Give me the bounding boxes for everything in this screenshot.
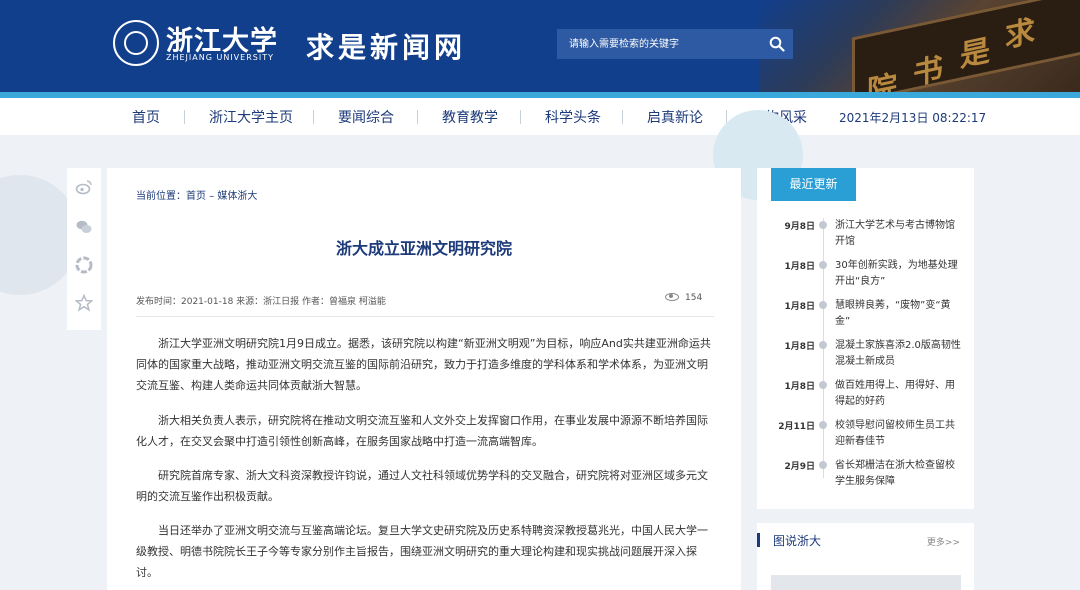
share-toolbar [67,168,101,330]
news-headline[interactable]: 校领导慰问留校师生员工共迎新春佳节 [835,418,963,450]
breadcrumb: 当前位置：首页 – 媒体浙大 [136,187,257,202]
site-header: 求 是 书 院 浙江大学 ZHEJIANG UNIVERSITY 求是新闻网 [0,0,1080,92]
moments-icon[interactable] [75,256,93,274]
news-date: 1月8日 [784,342,815,352]
news-date: 1月8日 [784,382,815,392]
nav-item-education[interactable]: 教育教学 [442,107,498,127]
article-panel: 当前位置：首页 – 媒体浙大 浙大成立亚洲文明研究院 发布时间：2021-01-… [107,168,741,590]
news-headline[interactable]: 做百姓用得上、用得好、用得起的好药 [835,378,963,410]
nav-divider [520,110,521,124]
picture-news-title: 图说浙大 [773,534,822,548]
news-headline[interactable]: 混凝土家族喜添2.0版高韧性混凝土新成员 [835,338,963,370]
breadcrumb-separator: – [206,191,218,202]
news-date: 1月8日 [784,302,815,312]
news-headline[interactable]: 省长郑栅洁在浙大检查留校学生服务保障 [835,458,963,490]
plaque-char: 是 [960,33,990,75]
weibo-icon[interactable] [75,178,93,196]
nav-divider [622,110,623,124]
section-marker [757,533,760,547]
search-box [557,29,793,59]
article-title: 浙大成立亚洲文明研究院 [335,239,512,258]
timeline-dot [819,421,827,429]
favorite-icon[interactable] [75,294,93,312]
view-count: 154 [665,293,702,303]
main-nav: 首页 浙江大学主页 要闻综合 教育教学 科学头条 启真新论 人物风采 2021年… [0,98,1080,135]
nav-item-news[interactable]: 要闻综合 [338,107,394,127]
news-headline[interactable]: 慧眼辨良莠，“废物”变“黄金” [835,298,963,330]
university-emblem-icon[interactable] [113,20,159,66]
nav-item-zju-home[interactable]: 浙江大学主页 [209,107,293,127]
nav-item-home[interactable]: 首页 [132,107,160,127]
header-photo: 求 是 书 院 [760,0,1080,92]
news-date: 2月11日 [778,422,815,432]
search-input[interactable] [557,29,757,59]
latest-updates-tab[interactable]: 最近更新 [771,168,856,201]
meta-divider [136,316,714,317]
picture-news-panel: 图说浙大 更多>> [757,523,974,590]
news-date: 1月8日 [784,262,815,272]
search-icon[interactable] [769,36,785,52]
nav-divider [184,110,185,124]
timeline-dot [819,461,827,469]
news-date: 9月8日 [784,222,815,232]
site-title[interactable]: 求是新闻网 [306,26,466,66]
view-count-value: 154 [685,293,703,303]
breadcrumb-section-link[interactable]: 媒体浙大 [217,191,257,202]
article-paragraph: 研究院首席专家、浙大文科资深教授许钧说，通过人文社科领域优势学科的交叉融合，研究… [136,469,708,503]
timeline-dot [819,381,827,389]
current-datetime: 2021年2月13日 08:22:17 [839,111,987,125]
article-paragraph: 浙江大学亚洲文明研究院1月9日成立。据悉，该研究院以构建“新亚洲文明观”为目标，… [136,337,711,392]
news-headline[interactable]: 30年创新实践，为地基处理开出“良方” [835,258,963,290]
nav-item-opinion[interactable]: 启真新论 [647,107,703,127]
breadcrumb-prefix: 当前位置： [136,191,186,202]
plaque-char: 书 [913,51,943,92]
eye-icon [665,293,679,301]
nav-item-science[interactable]: 科学头条 [545,107,601,127]
latest-updates-panel: 最近更新 9月8日 浙江大学艺术与考古博物馆开馆 1月8日 30年创新实践，为地… [757,168,974,509]
timeline-dot [819,221,827,229]
article-meta: 发布时间：2021-01-18 来源：浙江日报 作者：曾福泉 柯溢能 [136,297,386,307]
news-date: 2月9日 [784,462,815,472]
plaque-char: 求 [1005,13,1035,55]
timeline-dot [819,301,827,309]
university-logo-english: ZHEJIANG UNIVERSITY [166,53,274,62]
wechat-icon[interactable] [75,218,93,236]
nav-divider [313,110,314,124]
header-plaque: 求 是 书 院 [852,0,1080,92]
timeline-dot [819,261,827,269]
breadcrumb-home-link[interactable]: 首页 [186,191,206,202]
plaque-char: 院 [867,68,897,92]
article-paragraph: 当日还举办了亚洲文明交流与互鉴高端论坛。复旦大学文史研究院及历史系特聘资深教授葛… [136,524,708,579]
news-headline[interactable]: 浙江大学艺术与考古博物馆开馆 [835,218,963,250]
picture-news-image[interactable] [771,575,961,590]
timeline-dot [819,341,827,349]
more-link[interactable]: 更多>> [927,535,960,548]
nav-divider [417,110,418,124]
article-paragraph: 浙大相关负责人表示，研究院将在推动文明交流互鉴和人文外交上发挥窗口作用，在事业发… [136,414,708,448]
